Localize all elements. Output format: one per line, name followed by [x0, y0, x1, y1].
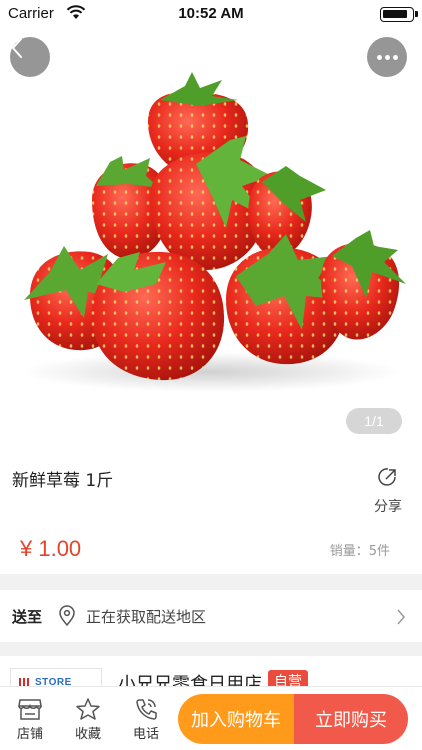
bottom-action-bar: 店铺 收藏 电话 加入购物车 立即购买 [0, 686, 422, 750]
strawberry-image [21, 72, 406, 392]
delivery-row[interactable]: 送至 正在获取配送地区 [0, 590, 422, 642]
share-label: 分享 [374, 499, 402, 515]
product-title: 新鲜草莓 1斤 [12, 471, 114, 491]
delivery-label: 送至 [12, 608, 43, 626]
share-icon [378, 468, 396, 486]
add-to-cart-button[interactable]: 加入购物车 [178, 694, 294, 744]
store-icon [2, 687, 58, 721]
chevron-right-icon [396, 608, 406, 630]
tab-phone-label: 电话 [132, 727, 159, 742]
image-pager: 1/1 [346, 408, 402, 434]
status-bar: Carrier 10:52 AM [0, 0, 422, 28]
tab-phone[interactable]: 电话 [118, 687, 174, 750]
delivery-address: 正在获取配送地区 [86, 608, 207, 626]
chevron-left-icon [11, 38, 22, 58]
back-button[interactable] [10, 37, 50, 77]
more-button[interactable] [367, 37, 407, 77]
product-price: ¥ 1.00 [20, 536, 82, 561]
tab-favorite[interactable]: 收藏 [60, 687, 116, 750]
product-image-gallery[interactable]: 1/1 [0, 0, 422, 448]
section-divider [0, 642, 422, 656]
tab-store-label: 店铺 [16, 727, 43, 742]
buy-now-button[interactable]: 立即购买 [294, 694, 408, 744]
clock: 10:52 AM [178, 5, 244, 22]
star-icon [60, 687, 116, 721]
more-dots-icon [376, 54, 398, 60]
tab-favorite-label: 收藏 [74, 727, 101, 742]
location-pin-icon [58, 605, 76, 631]
phone-icon [118, 687, 174, 721]
battery-icon [380, 7, 418, 22]
section-divider [0, 574, 422, 590]
tab-store[interactable]: 店铺 [2, 687, 58, 750]
sales-count: 销量：5件 [329, 544, 390, 559]
share-button[interactable]: 分享 [368, 466, 408, 516]
product-info: 新鲜草莓 1斤 分享 ¥ 1.00 销量：5件 [0, 448, 422, 574]
